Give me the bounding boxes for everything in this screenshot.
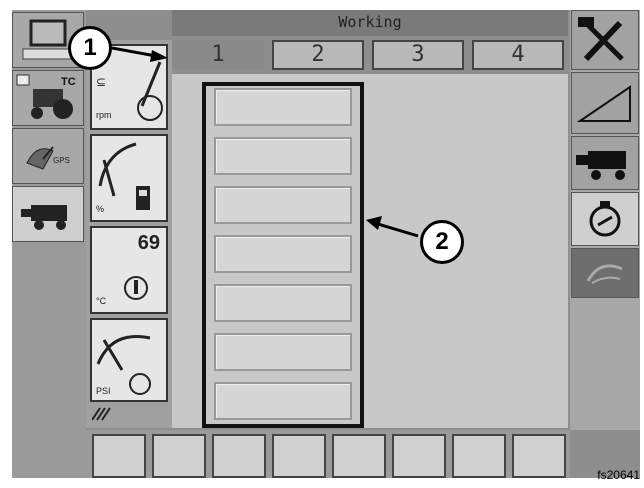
callout-arrows [111,46,419,238]
callout-2: 2 [420,220,464,264]
callout-1: 1 [68,26,112,70]
figure-label: fs20641 [597,468,640,482]
